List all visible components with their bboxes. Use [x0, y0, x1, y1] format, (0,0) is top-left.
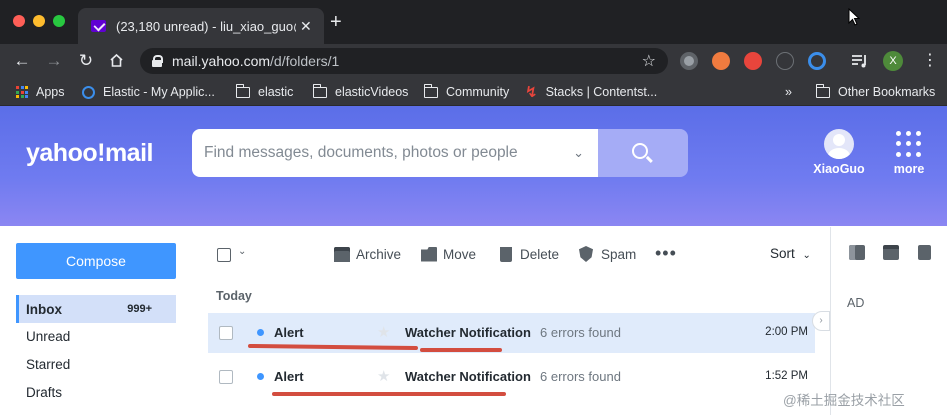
bookmark-star-icon[interactable]: ☆	[642, 51, 656, 71]
sidebar-item-starred[interactable]: Starred	[16, 350, 176, 378]
select-all-checkbox[interactable]	[217, 248, 231, 262]
bookmark-apps[interactable]: Apps	[16, 84, 65, 100]
sidebar-item-drafts[interactable]: Drafts	[16, 378, 176, 406]
message-checkbox[interactable]	[219, 326, 233, 340]
forward-icon[interactable]: →	[43, 50, 65, 72]
maximize-window-button[interactable]	[53, 15, 65, 27]
more-label[interactable]: more	[884, 162, 934, 176]
message-time: 1:52 PM	[765, 370, 808, 382]
annotation-underline	[272, 392, 506, 396]
user-name[interactable]: XiaoGuo	[808, 162, 870, 176]
profile-avatar[interactable]: X	[883, 51, 903, 71]
date-group-heading: Today	[216, 289, 252, 303]
unread-dot-icon	[257, 329, 264, 336]
extension-ubuntu-icon[interactable]	[712, 52, 730, 70]
media-queue-icon[interactable]	[851, 53, 869, 69]
delete-button[interactable]: Delete	[498, 243, 559, 265]
bookmark-elastic[interactable]: elastic	[235, 83, 293, 100]
compose-button[interactable]: Compose	[16, 243, 176, 279]
sort-button[interactable]: Sort ⌄	[770, 246, 811, 261]
ad-label: AD	[847, 296, 865, 310]
chevron-right-icon[interactable]: ›	[812, 311, 830, 331]
search-input[interactable]: Find messages, documents, photos or peop…	[192, 129, 598, 177]
new-tab-button[interactable]: +	[330, 12, 342, 32]
tab-title: (23,180 unread) - liu_xiao_guo@	[116, 18, 296, 34]
message-snippet: 6 errors found	[540, 325, 621, 340]
bookmarks-overflow-button[interactable]: »	[785, 84, 792, 100]
watermark-credit: @稀土掘金技术社区	[783, 393, 905, 408]
archive-icon	[334, 246, 350, 262]
message-subject: Watcher Notification	[405, 369, 531, 384]
bookmark-elastic-my-apps[interactable]: Elastic - My Applic...	[82, 84, 215, 100]
address-bar[interactable]: mail.yahoo.com/d/folders/1 ☆	[140, 48, 668, 74]
folder-icon	[235, 83, 250, 98]
search-placeholder: Find messages, documents, photos or peop…	[204, 144, 518, 161]
url-text: mail.yahoo.com/d/folders/1	[172, 53, 340, 69]
message-time: 2:00 PM	[765, 326, 808, 338]
bookmark-elastic-videos[interactable]: elasticVideos	[312, 83, 408, 100]
select-menu-chevron-icon[interactable]: ⌄	[238, 246, 246, 257]
extension-record-icon[interactable]	[680, 52, 698, 70]
spam-button[interactable]: Spam	[579, 243, 636, 265]
close-window-button[interactable]	[13, 15, 25, 27]
sidebar-item-inbox[interactable]: Inbox 999+	[16, 295, 176, 323]
folder-icon	[312, 83, 327, 98]
sidebar-item-unread[interactable]: Unread	[16, 322, 176, 350]
lock-icon	[152, 55, 163, 67]
bookmark-other[interactable]: Other Bookmarks	[815, 83, 935, 100]
extension-block-icon[interactable]	[744, 52, 762, 70]
folder-icon	[815, 83, 830, 98]
more-actions-button[interactable]: •••	[655, 244, 677, 262]
search-icon	[632, 143, 648, 159]
message-sender: Alert	[274, 369, 304, 384]
bookmark-stacks[interactable]: ↯ Stacks | Contentst...	[525, 84, 657, 101]
reload-icon[interactable]: ↻	[75, 50, 97, 72]
yahoo-mail-favicon-icon	[91, 20, 106, 32]
bookmark-community[interactable]: Community	[423, 83, 509, 100]
message-row[interactable]: Alert ★ Watcher Notification 6 errors fo…	[208, 357, 815, 397]
grid-icon[interactable]	[896, 131, 922, 157]
back-icon[interactable]: ←	[11, 50, 33, 72]
message-subject: Watcher Notification	[405, 325, 531, 340]
contacts-icon[interactable]	[849, 245, 865, 260]
chevron-down-icon: ⌄	[802, 250, 811, 261]
star-icon[interactable]: ★	[377, 367, 390, 385]
avatar-icon[interactable]	[824, 129, 854, 159]
browser-menu-icon[interactable]: ⋮	[922, 50, 938, 72]
chevron-down-icon[interactable]: ⌄	[573, 145, 584, 161]
stacks-logo-icon: ↯	[525, 84, 538, 101]
message-sender: Alert	[274, 325, 304, 340]
notepad-icon[interactable]	[918, 245, 931, 260]
spam-icon	[579, 246, 593, 262]
delete-icon	[500, 246, 512, 262]
yahoo-mail-logo[interactable]: yahoo!mail	[26, 139, 153, 168]
browser-tab[interactable]: (23,180 unread) - liu_xiao_guo@ ✕	[78, 8, 324, 44]
apps-grid-icon	[16, 86, 28, 98]
move-icon	[421, 246, 437, 262]
unread-count-badge: 999+	[127, 303, 152, 315]
folder-icon	[423, 83, 438, 98]
minimize-window-button[interactable]	[33, 15, 45, 27]
elastic-logo-icon	[82, 85, 95, 99]
annotation-underline	[420, 348, 502, 352]
home-icon[interactable]	[109, 53, 124, 68]
mouse-cursor-icon	[848, 8, 860, 26]
archive-button[interactable]: Archive	[334, 243, 401, 265]
close-tab-icon[interactable]: ✕	[300, 18, 312, 35]
search-button[interactable]	[598, 129, 688, 177]
unread-dot-icon	[257, 373, 264, 380]
calendar-icon[interactable]	[883, 245, 899, 260]
extension-info-icon[interactable]	[776, 52, 794, 70]
message-snippet: 6 errors found	[540, 369, 621, 384]
move-button[interactable]: Move	[421, 243, 476, 265]
star-icon[interactable]: ★	[377, 323, 390, 341]
right-rail-divider	[830, 227, 831, 415]
message-checkbox[interactable]	[219, 370, 233, 384]
extension-circle-icon[interactable]	[808, 52, 826, 70]
